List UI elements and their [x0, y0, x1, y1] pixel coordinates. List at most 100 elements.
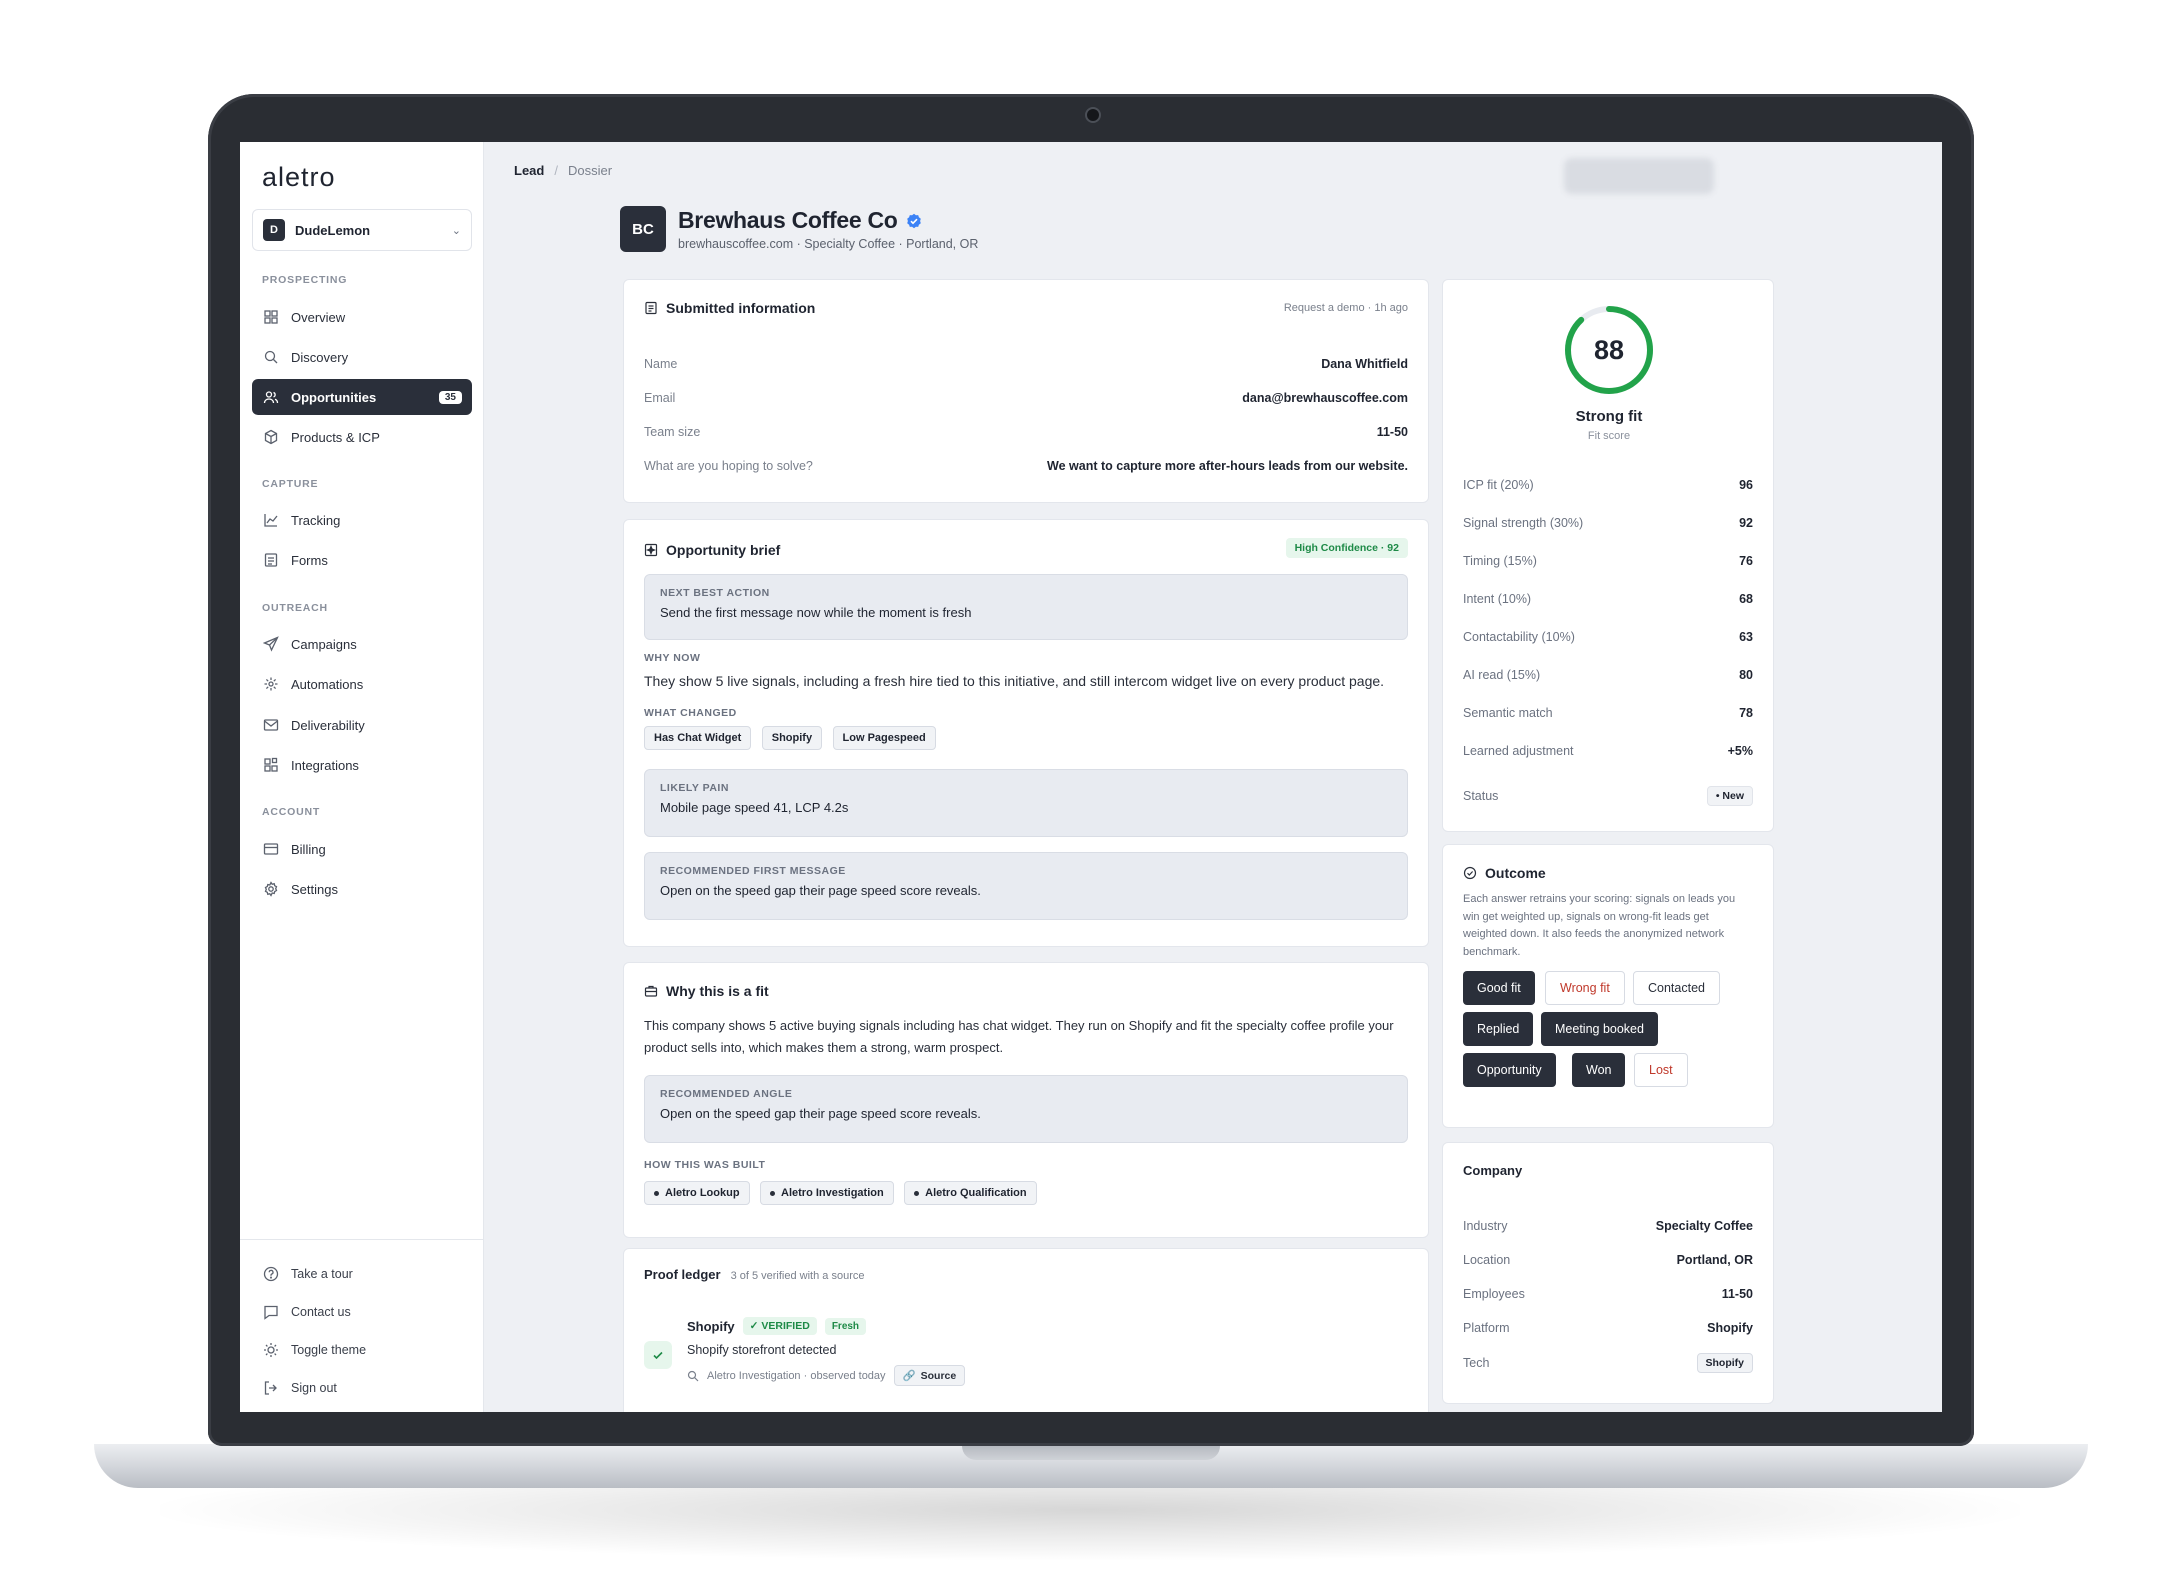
topbar-action-button[interactable] — [1564, 158, 1714, 194]
source-tag: Aletro Qualification — [904, 1181, 1037, 1205]
company-name: Brewhaus Coffee Co — [678, 207, 898, 233]
status-badge[interactable]: • New — [1706, 786, 1753, 806]
sidebar-item-integrations[interactable]: Integrations — [252, 747, 472, 783]
recommended-angle-box: RECOMMENDED ANGLE Open on the speed gap … — [644, 1075, 1408, 1143]
help-circle-icon — [262, 1265, 280, 1283]
why-now-text: They show 5 live signals, including a fr… — [644, 673, 1385, 689]
field-value: Shopify — [1707, 1321, 1753, 1335]
field-value: Dana Whitfield — [1321, 357, 1408, 371]
message-icon — [262, 1303, 280, 1321]
sidebar-item-label: Contact us — [291, 1305, 351, 1319]
sidebar-item-label: Sign out — [291, 1381, 337, 1395]
what-changed-label: WHAT CHANGED — [644, 707, 737, 719]
metric-label: Learned adjustment — [1463, 744, 1574, 758]
box-text: Open on the speed gap their page speed s… — [660, 883, 981, 898]
cube-icon — [262, 428, 280, 446]
metric-value: 96 — [1739, 478, 1753, 492]
submitted-row: What are you hoping to solve? We want to… — [644, 459, 1408, 473]
won-button[interactable]: Won — [1572, 1053, 1626, 1087]
fresh-badge: Fresh — [824, 1317, 867, 1335]
sidebar-item-products[interactable]: Products & ICP — [252, 419, 472, 455]
sidebar-item-tour[interactable]: Take a tour — [252, 1256, 472, 1292]
sidebar-item-label: Discovery — [291, 349, 349, 365]
sidebar-item-forms[interactable]: Forms — [252, 542, 472, 578]
sidebar-item-label: Forms — [291, 552, 328, 568]
proof-ledger-card: Proof ledger 3 of 5 verified with a sour… — [623, 1248, 1429, 1412]
field-value: Specialty Coffee — [1655, 1219, 1753, 1233]
grid-icon — [262, 308, 280, 326]
score-metric: Learned adjustment +5% — [1463, 744, 1753, 758]
score-metric: Intent (10%) 68 — [1463, 592, 1753, 606]
source-button[interactable]: 🔗 Source — [893, 1365, 966, 1386]
likely-pain-box: LIKELY PAIN Mobile page speed 41, LCP 4.… — [644, 769, 1408, 837]
sidebar-item-label: Deliverability — [291, 717, 365, 733]
verified-badge-icon — [906, 213, 921, 228]
search-icon — [687, 1370, 699, 1381]
sidebar-item-theme[interactable]: Toggle theme — [252, 1332, 472, 1368]
card-title: Submitted information — [666, 300, 816, 316]
meeting-booked-button[interactable]: Meeting booked — [1541, 1012, 1658, 1046]
card-title: Opportunity brief — [666, 542, 781, 558]
credit-card-icon — [262, 840, 280, 858]
form-icon — [262, 551, 280, 569]
sidebar-item-billing[interactable]: Billing — [252, 831, 472, 867]
users-icon — [262, 388, 280, 406]
app-logo[interactable]: aletro — [262, 162, 336, 193]
sidebar-item-tracking[interactable]: Tracking — [252, 502, 472, 538]
confidence-badge: High Confidence · 92 — [1285, 538, 1408, 558]
send-icon — [262, 635, 280, 653]
line-chart-icon — [262, 511, 280, 529]
sidebar-item-overview[interactable]: Overview — [252, 299, 472, 335]
good-fit-button[interactable]: Good fit — [1463, 971, 1535, 1005]
source-meta: Aletro Investigation · observed today — [707, 1369, 886, 1382]
nav-section-capture: CAPTURE — [262, 478, 319, 490]
field-value[interactable]: dana@brewhauscoffee.com — [1242, 391, 1408, 405]
contacted-button[interactable]: Contacted — [1633, 971, 1720, 1005]
score-metric: AI read (15%) 80 — [1463, 668, 1753, 682]
lost-button[interactable]: Lost — [1634, 1053, 1688, 1087]
mail-icon — [262, 716, 280, 734]
submitted-info-card: Submitted information Request a demo · 1… — [623, 279, 1429, 503]
sidebar-item-contact[interactable]: Contact us — [252, 1294, 472, 1330]
replied-button[interactable]: Replied — [1463, 1012, 1534, 1046]
sidebar-item-deliverability[interactable]: Deliverability — [252, 707, 472, 743]
topbar: Lead / Dossier — [484, 142, 1942, 198]
field-label: What are you hoping to solve? — [644, 459, 813, 473]
submitted-row: Team size 11-50 — [644, 425, 1408, 439]
sidebar-item-opportunities[interactable]: Opportunities 35 — [252, 379, 472, 415]
metric-label: Contactability (10%) — [1463, 630, 1575, 644]
card-title: Why this is a fit — [666, 983, 769, 999]
metric-value: 63 — [1739, 630, 1753, 644]
wrong-fit-button[interactable]: Wrong fit — [1545, 971, 1625, 1005]
sidebar-item-campaigns[interactable]: Campaigns — [252, 626, 472, 662]
metric-value: 76 — [1739, 554, 1753, 568]
sparkle-icon — [262, 675, 280, 693]
score-sublabel: Fit score — [1587, 430, 1631, 442]
next-best-action-box: NEXT BEST ACTION Send the first message … — [644, 574, 1408, 640]
sidebar-item-signout[interactable]: Sign out — [252, 1370, 472, 1406]
why-now-label: WHY NOW — [644, 652, 701, 664]
sidebar-item-settings[interactable]: Settings — [252, 871, 472, 907]
status-row: Status • New — [1463, 786, 1753, 806]
briefcase-icon — [644, 985, 658, 997]
what-changed-tags: Has Chat Widget Shopify Low Pagespeed — [644, 726, 942, 750]
opportunity-button[interactable]: Opportunity — [1463, 1053, 1556, 1087]
sidebar-item-automations[interactable]: Automations — [252, 666, 472, 702]
link-icon: 🔗 — [902, 1370, 916, 1382]
chevron-down-icon: ⌄ — [451, 224, 461, 237]
box-label: NEXT BEST ACTION — [660, 587, 770, 599]
page-title: Brewhaus Coffee Co — [678, 207, 978, 234]
metric-value: 80 — [1739, 668, 1753, 682]
score-metric: Semantic match 78 — [1463, 706, 1753, 720]
sun-icon — [262, 1341, 280, 1359]
outcome-description: Each answer retrains your scoring: signa… — [1463, 893, 1736, 958]
sidebar-item-label: Take a tour — [291, 1267, 353, 1281]
sidebar-item-discovery[interactable]: Discovery — [252, 339, 472, 375]
workspace-switcher[interactable]: D DudeLemon ⌄ — [252, 209, 472, 251]
card-title: Company — [1463, 1163, 1523, 1178]
metric-value: 78 — [1739, 706, 1753, 720]
breadcrumb-lead[interactable]: Lead — [514, 163, 544, 178]
how-built-label: HOW THIS WAS BUILT — [644, 1159, 766, 1171]
submitted-row: Email dana@brewhauscoffee.com — [644, 391, 1408, 405]
box-label: LIKELY PAIN — [660, 782, 729, 794]
